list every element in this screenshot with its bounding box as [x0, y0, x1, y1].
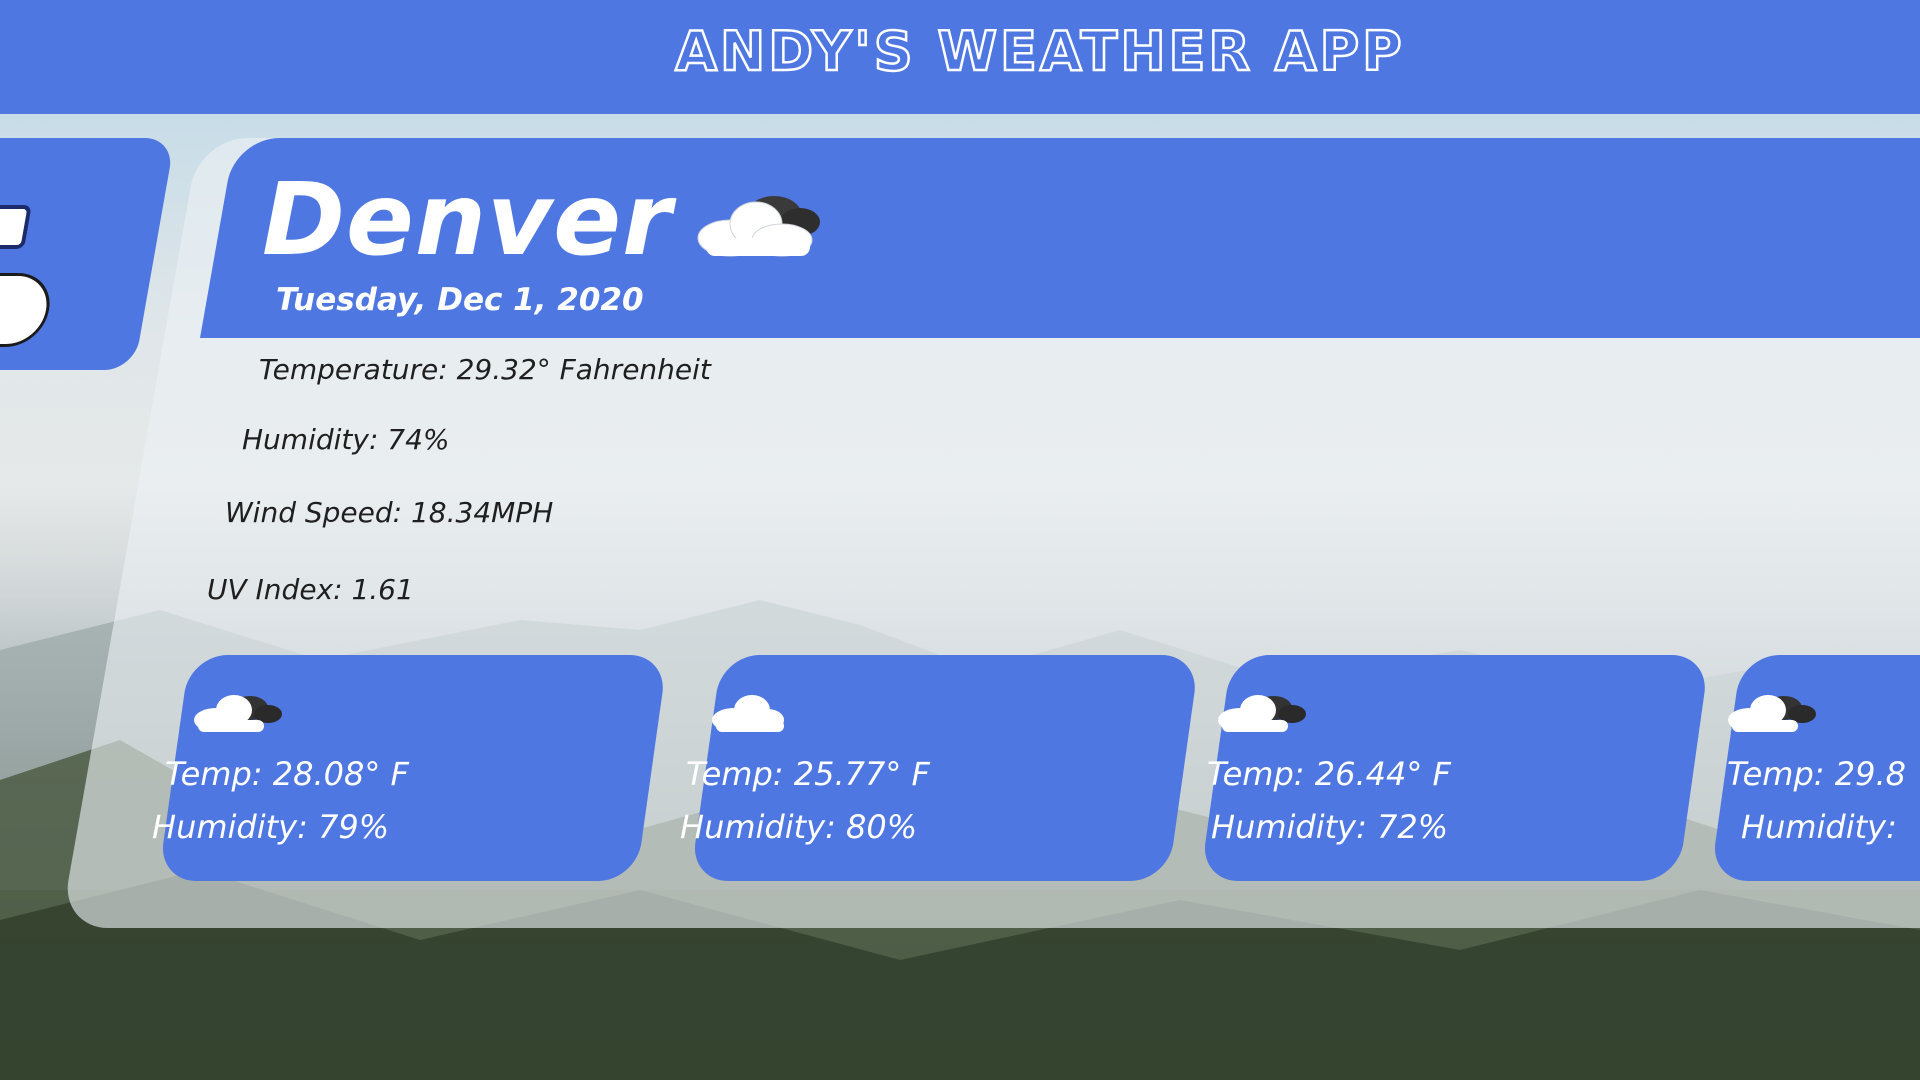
forecast-temp-4: Temp: 29.8	[1727, 755, 1906, 793]
current-wind-speed: Wind Speed: 18.34MPH	[225, 496, 554, 529]
current-temperature: Temperature: 29.32° Fahrenheit	[259, 353, 711, 386]
cloudy-icon	[697, 196, 820, 257]
app-title: ANDY'S WEATHER APP	[674, 18, 1405, 84]
forecast-humidity-3: Humidity: 72%	[1211, 808, 1449, 846]
current-date: Tuesday, Dec 1, 2020	[276, 282, 644, 318]
partly-cloudy-icon	[1218, 695, 1306, 732]
cloud-icon	[712, 695, 784, 732]
forecast-humidity-2: Humidity: 80%	[680, 808, 918, 846]
forecast-temp-3: Temp: 26.44° F	[1207, 755, 1451, 793]
search-icon: ⚲	[0, 211, 1, 235]
forecast-temp-2: Temp: 25.77° F	[686, 755, 930, 793]
current-humidity: Humidity: 74%	[242, 423, 450, 456]
partly-cloudy-icon	[1728, 695, 1816, 732]
partly-cloudy-icon	[194, 695, 282, 732]
forecast-temp-1: Temp: 28.08° F	[165, 755, 409, 793]
current-uv-index: UV Index: 1.61	[207, 573, 414, 606]
app-header: ANDY'S WEATHER APP	[0, 0, 1920, 114]
city-name: Denver	[262, 161, 673, 278]
forecast-humidity-1: Humidity: 79%	[152, 808, 390, 846]
forecast-humidity-4: Humidity:	[1741, 808, 1897, 846]
